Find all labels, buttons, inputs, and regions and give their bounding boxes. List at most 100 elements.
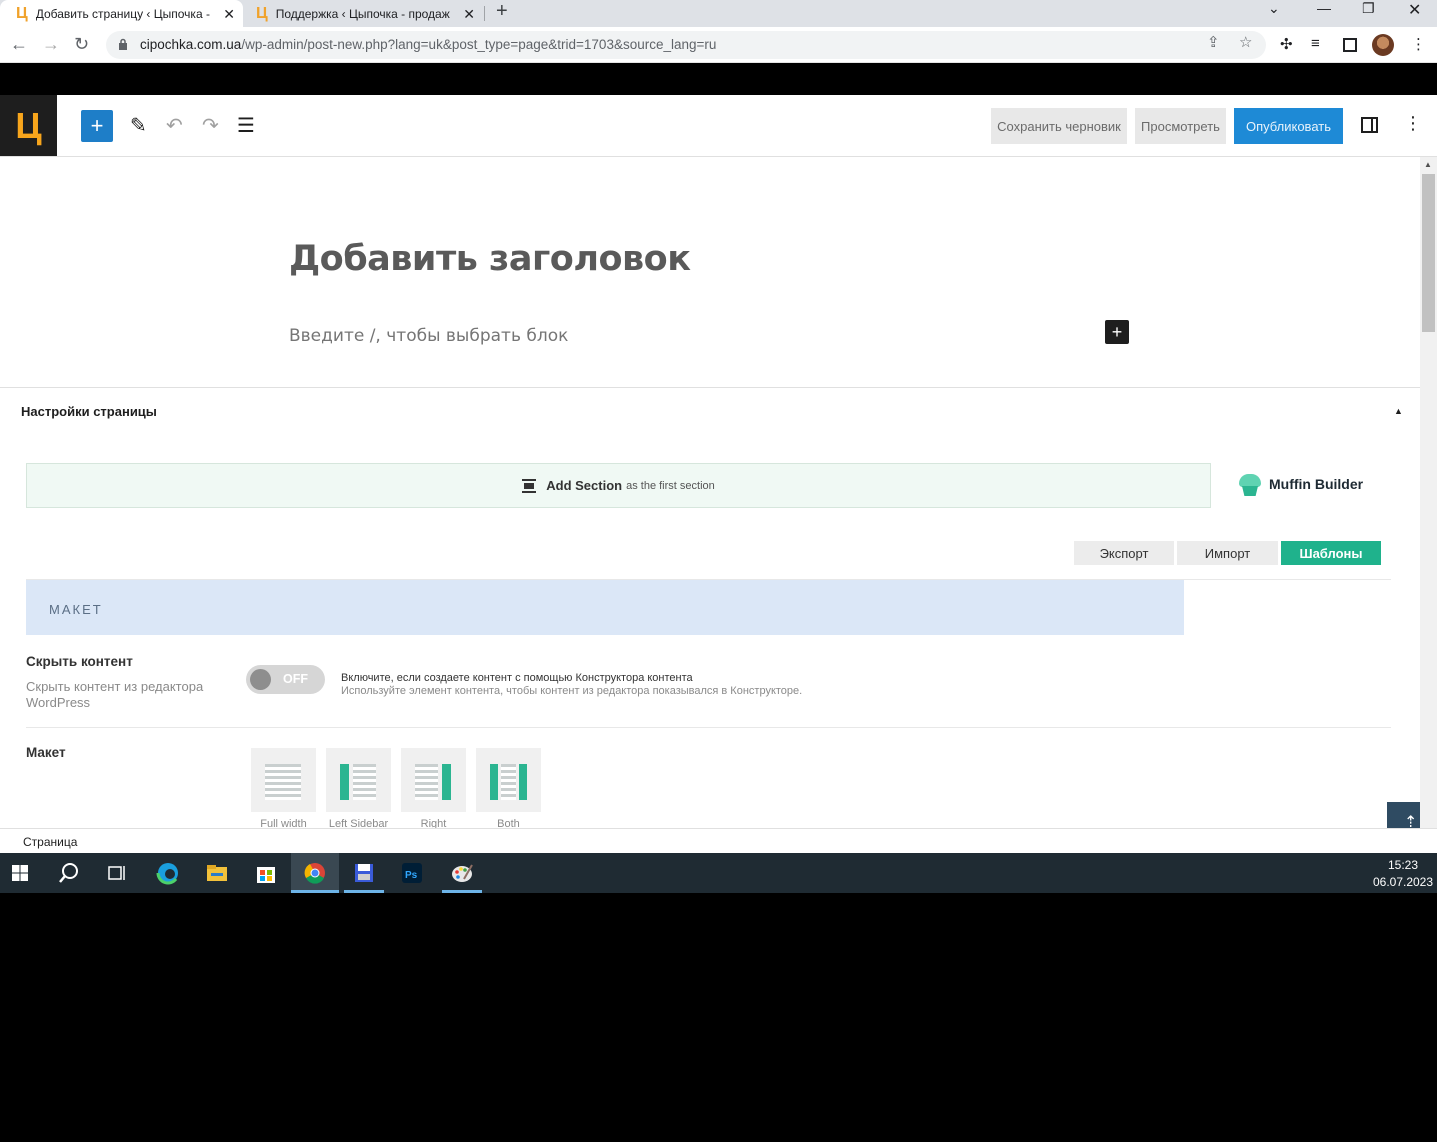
templates-button[interactable]: Шаблоны [1281,541,1381,565]
share-icon[interactable]: ⇪ [1207,33,1220,51]
layout-full-width[interactable]: Full width [251,748,316,828]
site-favicon-icon: Ц [256,4,268,22]
import-button[interactable]: Импорт [1177,541,1278,565]
collapse-arrow-icon[interactable]: ▲ [1394,406,1403,416]
document-overview-icon[interactable]: ☰ [237,113,255,138]
system-clock[interactable]: 15:23 06.07.2023 [1370,857,1436,891]
section-icon [522,478,537,493]
lock-icon [119,38,127,50]
publish-button[interactable]: Опубликовать [1234,108,1343,144]
hide-content-hint: Включите, если создаете контент с помощь… [341,672,802,697]
reload-icon[interactable]: ↻ [74,34,89,55]
save-app-icon[interactable] [352,861,376,885]
tab-separator [484,6,485,21]
browser-toolbar: ← → ↻ cipochka.com.ua/wp-admin/post-new.… [0,27,1437,63]
layout-section-title: МАКЕТ [49,602,103,617]
scrollbar-thumb[interactable] [1422,174,1435,332]
edit-tool-icon[interactable]: ✎ [130,113,147,138]
add-section-button[interactable]: Add Section as the first section [26,463,1211,508]
meta-box-divider [0,387,1420,388]
hide-content-toggle[interactable]: OFF [246,665,325,694]
edge-browser-icon[interactable] [156,861,180,885]
browser-tab-strip: Ц Добавить страницу ‹ Цыпочка - ✕ Ц Подд… [0,0,1437,27]
close-window-icon[interactable]: ✕ [1408,0,1421,20]
layout-left-sidebar[interactable]: Left Sidebar [326,748,391,828]
tab-add-page[interactable]: Ц Добавить страницу ‹ Цыпочка - ✕ [0,0,243,27]
paint-icon[interactable] [450,861,474,885]
task-view-icon[interactable] [105,861,129,885]
svg-text:Ps: Ps [405,870,418,881]
close-tab-icon[interactable]: ✕ [223,6,235,23]
side-panel-icon[interactable] [1343,38,1357,52]
site-favicon-icon: Ц [16,4,28,22]
url-text: cipochka.com.ua/wp-admin/post-new.php?la… [140,37,716,52]
page-settings-title[interactable]: Настройки страницы [21,404,157,419]
add-section-label: Add Section [546,478,623,493]
windows-start-icon[interactable] [8,861,32,885]
store-icon[interactable] [254,861,278,885]
back-icon[interactable]: ← [10,34,28,55]
minimize-icon[interactable]: — [1317,0,1331,16]
screen: Ц Добавить страницу ‹ Цыпочка - ✕ Ц Подд… [0,0,1437,1142]
extensions-icon[interactable]: ✣ [1280,35,1293,53]
full-width-icon [265,764,301,800]
layout-section-header[interactable]: МАКЕТ [26,580,1184,635]
profile-avatar[interactable] [1372,34,1394,56]
export-button[interactable]: Экспорт [1074,541,1174,565]
close-tab-icon[interactable]: ✕ [463,6,475,23]
settings-sidebar-icon[interactable] [1361,117,1378,133]
divider [26,727,1391,728]
muffin-icon [1237,470,1263,498]
muffin-builder-logo: Muffin Builder [1237,470,1363,498]
layout-option-label: Right [420,818,447,828]
bookmark-star-icon[interactable]: ☆ [1239,33,1252,51]
left-sidebar-icon [340,764,349,800]
site-logo[interactable]: Ц [0,95,57,156]
file-explorer-icon[interactable] [205,861,229,885]
chrome-menu-icon[interactable]: ⋮ [1411,35,1426,53]
tab-title: Добавить страницу ‹ Цыпочка - [35,6,210,21]
photoshop-icon[interactable]: Ps [400,861,424,885]
options-menu-icon[interactable]: ⋮ [1404,113,1422,134]
hide-content-desc: Скрыть контент из редактора WordPress [26,679,204,710]
tab-support[interactable]: Ц Поддержка ‹ Цыпочка - продаж ✕ [240,0,483,27]
both-sidebars-icon [490,764,498,800]
layout-label: Макет [26,745,66,760]
search-icon[interactable] [57,861,81,885]
running-indicator [442,890,482,893]
hint-line-2: Используйте элемент контента, чтобы конт… [341,685,803,697]
chrome-icon[interactable] [303,861,327,885]
save-draft-button[interactable]: Сохранить черновик [991,108,1127,144]
redo-icon[interactable]: ↷ [202,113,219,138]
restore-icon[interactable]: ❐ [1362,0,1375,17]
address-bar[interactable]: cipochka.com.ua/wp-admin/post-new.php?la… [106,31,1266,59]
preview-button[interactable]: Просмотреть [1135,108,1226,144]
block-breadcrumb[interactable]: Страница [23,835,77,849]
layout-right-sidebar[interactable]: Right [401,748,466,828]
forward-icon[interactable]: → [42,34,60,55]
url-host: cipochka.com.ua [140,37,242,52]
editor-canvas: Добавить заголовок Введите /, чтобы выбр… [0,157,1420,828]
layout-option-label: Left Sidebar [328,818,389,828]
editor-header: Ц + ✎ ↶ ↷ ☰ Сохранить черновик Просмотре… [0,95,1437,157]
scroll-to-top-button[interactable] [1387,802,1420,828]
tab-search-icon[interactable]: ⌄ [1268,0,1280,17]
right-sidebar-icon [415,764,438,800]
running-indicator [344,890,384,893]
url-path: /wp-admin/post-new.php?lang=uk&post_type… [241,37,717,52]
editor-footer: Страница [0,828,1437,853]
toggle-state: OFF [283,672,308,686]
block-appender[interactable]: Введите /, чтобы выбрать блок [289,326,568,346]
windows-taskbar: Ps 15:23 06.07.2023 [0,853,1437,893]
post-title-input[interactable]: Добавить заголовок [289,239,691,279]
block-inserter-button[interactable]: + [81,110,113,142]
scroll-up-arrow-icon[interactable]: ▲ [1424,160,1432,169]
add-section-sub: as the first section [626,479,715,492]
new-tab-icon[interactable]: + [496,0,508,24]
layout-both-sidebars[interactable]: Both [476,748,541,828]
undo-icon[interactable]: ↶ [166,113,183,138]
media-control-icon[interactable]: ≡ [1311,35,1320,52]
clock-date: 06.07.2023 [1372,875,1434,889]
layout-option-label: Both [497,818,520,828]
inline-add-block-button[interactable]: + [1105,320,1129,344]
